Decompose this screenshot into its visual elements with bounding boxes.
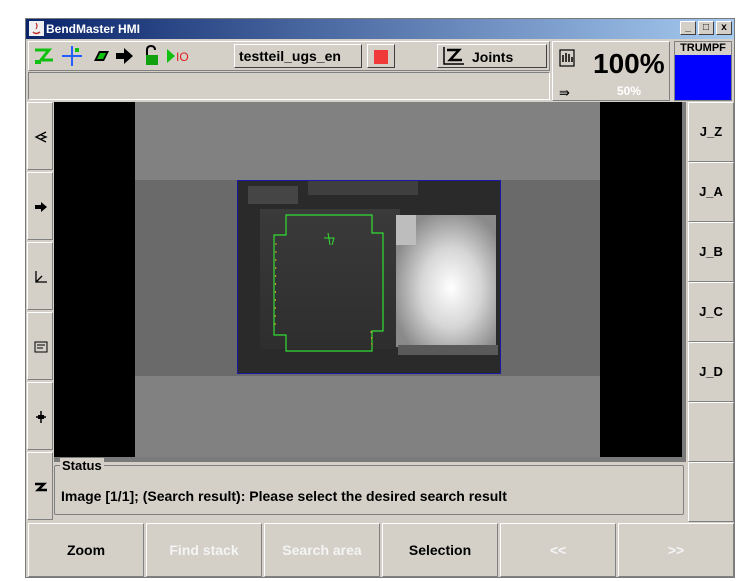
joints-panel: J_Z J_A J_B J_C J_D bbox=[688, 102, 734, 522]
crosshair-icon[interactable] bbox=[61, 45, 83, 67]
camera-viewer[interactable] bbox=[54, 102, 686, 462]
joint-button-b[interactable]: J_B bbox=[688, 222, 734, 282]
axis-button[interactable] bbox=[27, 242, 53, 310]
align-icon bbox=[36, 411, 46, 423]
lock-icon[interactable] bbox=[141, 45, 163, 67]
search-area-button[interactable]: Search area bbox=[264, 523, 380, 577]
status-message: Image [1/1]; (Search result): Please sel… bbox=[61, 488, 507, 504]
gripper-z-icon bbox=[34, 482, 48, 492]
status-legend: Status bbox=[60, 458, 104, 473]
eye-icon bbox=[34, 131, 48, 143]
title-bar[interactable]: BendMaster HMI _ □ x bbox=[26, 19, 734, 39]
previous-button[interactable]: << bbox=[500, 523, 616, 577]
java-app-icon bbox=[29, 21, 44, 36]
brand-panel: TRUMPF bbox=[674, 41, 732, 101]
zoom-button[interactable]: Zoom bbox=[28, 523, 144, 577]
joints-button[interactable]: Joints bbox=[437, 44, 547, 68]
io-icon[interactable]: IO bbox=[165, 45, 197, 67]
program-name-field[interactable]: testteil_ugs_en bbox=[234, 44, 362, 68]
speed-panel[interactable]: 100% ⇛ 50% bbox=[552, 41, 670, 101]
maximize-button[interactable]: □ bbox=[698, 21, 714, 35]
hand-icon bbox=[559, 49, 575, 67]
view-button[interactable] bbox=[27, 102, 53, 170]
joint-button-d[interactable]: J_D bbox=[688, 342, 734, 402]
find-stack-button[interactable]: Find stack bbox=[146, 523, 262, 577]
stop-icon bbox=[374, 50, 388, 64]
bottom-toolbar: Zoom Find stack Search area Selection <<… bbox=[28, 523, 734, 577]
hmi-window: BendMaster HMI _ □ x IO testteil_ugs_en … bbox=[25, 18, 735, 578]
status-group: Status Image [1/1]; (Search result): Ple… bbox=[54, 458, 684, 515]
move-button[interactable] bbox=[27, 172, 53, 240]
minimize-button[interactable]: _ bbox=[680, 21, 696, 35]
gripper-z-button[interactable] bbox=[27, 452, 53, 520]
window-title: BendMaster HMI bbox=[46, 22, 141, 36]
camera-image[interactable] bbox=[237, 180, 501, 374]
stop-button[interactable] bbox=[367, 44, 395, 68]
axis-icon bbox=[443, 47, 464, 65]
main-toolbar: IO testteil_ugs_en Joints bbox=[28, 41, 550, 71]
gripper-icon[interactable] bbox=[33, 45, 55, 67]
joint-button-empty-2[interactable] bbox=[688, 462, 734, 522]
joint-button-empty-1[interactable] bbox=[688, 402, 734, 462]
list-icon bbox=[34, 341, 48, 353]
arrow-right-icon[interactable] bbox=[113, 45, 135, 67]
stack-icon[interactable] bbox=[89, 45, 111, 67]
next-button[interactable]: >> bbox=[618, 523, 734, 577]
joint-button-a[interactable]: J_A bbox=[688, 162, 734, 222]
axis-icon bbox=[35, 271, 47, 283]
joint-button-z[interactable]: J_Z bbox=[688, 102, 734, 162]
left-toolbar bbox=[27, 102, 53, 520]
speed-value: 100% bbox=[593, 48, 665, 79]
align-button[interactable] bbox=[27, 382, 53, 450]
arrow-right-icon bbox=[35, 202, 47, 212]
joint-button-c[interactable]: J_C bbox=[688, 282, 734, 342]
secondary-speed-value: 50% bbox=[617, 84, 642, 98]
svg-text:IO: IO bbox=[176, 50, 189, 64]
list-button[interactable] bbox=[27, 312, 53, 380]
brand-logo: TRUMPF bbox=[675, 42, 731, 55]
joints-label: Joints bbox=[472, 49, 514, 65]
arrow-right-icon: ⇛ bbox=[559, 85, 570, 100]
message-bar bbox=[28, 72, 550, 100]
selection-button[interactable]: Selection bbox=[382, 523, 498, 577]
close-button[interactable]: x bbox=[716, 21, 732, 35]
